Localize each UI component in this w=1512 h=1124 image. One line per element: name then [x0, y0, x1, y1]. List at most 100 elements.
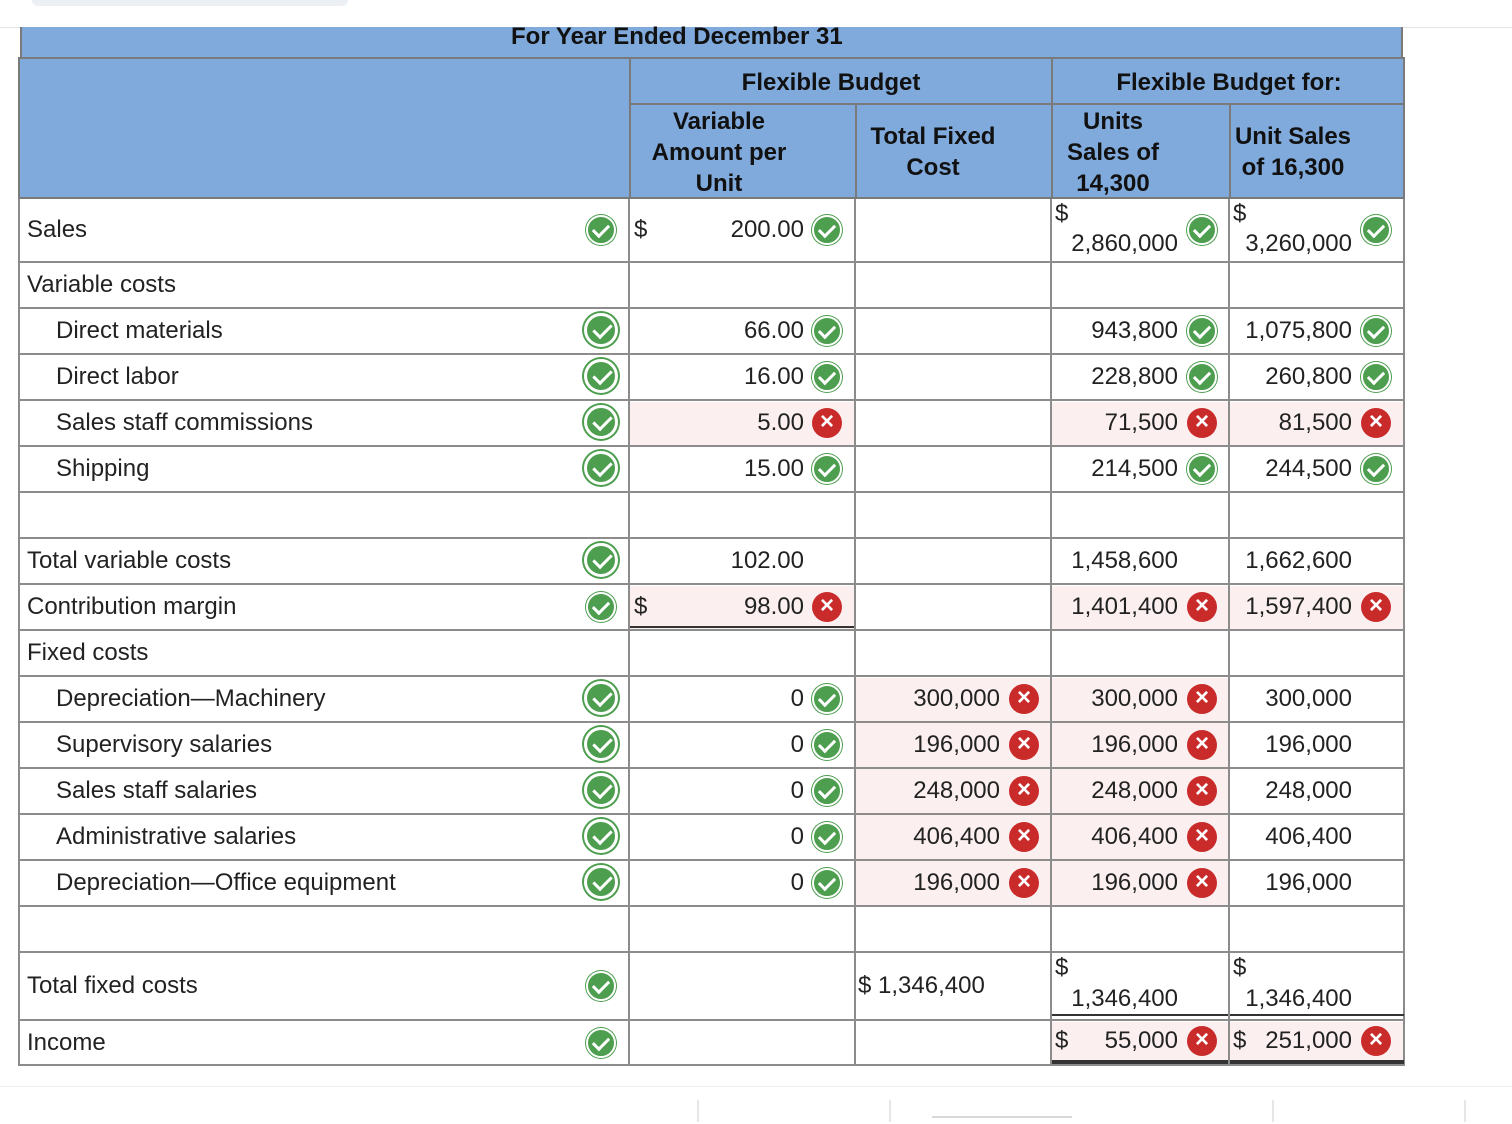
dollar-sign: $	[1055, 954, 1069, 981]
grid-line	[18, 675, 1405, 677]
grid-line	[18, 905, 1405, 907]
row-label-dep-machinery: Depreciation—Machinery	[56, 685, 326, 712]
sales-salaries-flex1-input[interactable]: 248,000	[1060, 777, 1178, 805]
income-flex1-input[interactable]: 55,000	[1060, 1027, 1178, 1055]
supervisory-flex2-value: 196,000	[1265, 731, 1352, 758]
dep-office-flex1-input[interactable]: 196,000	[1060, 869, 1178, 897]
check-circle-icon	[1187, 454, 1217, 484]
grid-line	[18, 951, 1405, 953]
flexible-budget-heading: Flexible Budget	[741, 68, 921, 96]
row-label-admin-salaries: Administrative salaries	[56, 823, 297, 850]
grid-line	[18, 491, 1405, 493]
check-circle-icon	[812, 730, 842, 760]
supervisory-fixed-input[interactable]: 196,000	[862, 731, 1000, 759]
check-circle-icon	[584, 681, 618, 715]
sales-commissions-flex1-input[interactable]: 71,500	[1060, 409, 1178, 437]
admin-salaries-flex1-input[interactable]: 406,400	[1060, 823, 1178, 851]
check-circle-icon	[584, 405, 618, 439]
sales-salaries-fixed-input[interactable]: 248,000	[862, 777, 1000, 805]
sales-flex1-input[interactable]: 2,860,000	[1060, 230, 1178, 258]
total-fixed-fixed-value: $ 1,346,400	[858, 972, 985, 999]
x-circle-icon: ×	[1009, 776, 1039, 806]
direct-materials-flex2-input[interactable]: 1,075,800	[1234, 317, 1352, 345]
grid-line	[854, 199, 856, 1066]
grid-line	[18, 399, 1405, 401]
contribution-variable-input[interactable]: 98.00	[640, 593, 804, 621]
supervisory-variable-input[interactable]: 0	[640, 731, 804, 759]
grid-line	[18, 1019, 1405, 1021]
shipping-variable-input[interactable]: 15.00	[640, 455, 804, 483]
sales-salaries-variable-input[interactable]: 0	[640, 777, 804, 805]
double-underline	[1230, 1060, 1404, 1064]
income-flex2-input[interactable]: 251,000	[1234, 1027, 1352, 1055]
check-circle-icon	[584, 727, 618, 761]
row-label-direct-materials: Direct materials	[56, 317, 223, 344]
grid-line	[18, 353, 1405, 355]
check-circle-icon	[1187, 362, 1217, 392]
check-circle-icon	[812, 215, 842, 245]
total-variable-flex1-value: 1,458,600	[1071, 547, 1178, 574]
grid-line	[18, 859, 1405, 861]
row-label-sales-commissions: Sales staff commissions	[56, 409, 313, 436]
total-fixed-cost-heading: Total Fixed Cost	[870, 123, 996, 181]
dep-machinery-variable-input[interactable]: 0	[640, 685, 804, 713]
dollar-sign: $	[1233, 954, 1247, 981]
row-label-dep-office: Depreciation—Office equipment	[56, 869, 396, 896]
grid-line	[18, 199, 20, 1066]
units-sales-2-heading: Unit Sales of 16,300	[1234, 123, 1352, 181]
sales-variable-input[interactable]: 200.00	[640, 216, 804, 244]
x-circle-icon: ×	[1361, 1026, 1391, 1056]
x-circle-icon: ×	[812, 592, 842, 622]
check-circle-icon	[812, 868, 842, 898]
check-circle-icon	[584, 543, 618, 577]
check-circle-icon	[586, 971, 616, 1001]
supervisory-flex1-input[interactable]: 196,000	[1060, 731, 1178, 759]
contribution-flex1-input[interactable]: 1,401,400	[1060, 593, 1178, 621]
x-circle-icon: ×	[1009, 684, 1039, 714]
admin-salaries-variable-input[interactable]: 0	[640, 823, 804, 851]
check-circle-icon	[584, 773, 618, 807]
direct-labor-flex1-input[interactable]: 228,800	[1060, 363, 1178, 391]
check-circle-icon	[812, 822, 842, 852]
x-circle-icon: ×	[1187, 1026, 1217, 1056]
row-label-variable-costs: Variable costs	[27, 271, 176, 298]
sales-commissions-variable-input[interactable]: 5.00	[640, 409, 804, 437]
x-circle-icon: ×	[1361, 592, 1391, 622]
dep-office-variable-input[interactable]: 0	[640, 869, 804, 897]
direct-materials-flex1-input[interactable]: 943,800	[1060, 317, 1178, 345]
check-circle-icon	[586, 592, 616, 622]
sales-flex2-input[interactable]: 3,260,000	[1234, 230, 1352, 258]
row-label-shipping: Shipping	[56, 455, 150, 482]
x-circle-icon: ×	[1187, 730, 1217, 760]
dep-machinery-fixed-input[interactable]: 300,000	[862, 685, 1000, 713]
shipping-flex2-input[interactable]: 244,500	[1234, 455, 1352, 483]
grid-line	[18, 767, 1405, 769]
dep-office-fixed-input[interactable]: 196,000	[862, 869, 1000, 897]
direct-materials-variable-input[interactable]: 66.00	[640, 317, 804, 345]
admin-salaries-fixed-input[interactable]: 406,400	[862, 823, 1000, 851]
dep-machinery-flex2-value: 300,000	[1265, 685, 1352, 712]
direct-labor-flex2-input[interactable]: 260,800	[1234, 363, 1352, 391]
dep-machinery-flex1-input[interactable]: 300,000	[1060, 685, 1178, 713]
row-label-fixed-costs: Fixed costs	[27, 639, 149, 666]
variable-amount-heading: Variable Amount per Unit	[651, 107, 787, 197]
grid-line	[18, 1064, 1405, 1066]
check-circle-icon	[1187, 316, 1217, 346]
x-circle-icon: ×	[1009, 868, 1039, 898]
total-fixed-flex2-value: 1,346,400	[1245, 985, 1352, 1012]
header-divider	[1229, 103, 1231, 199]
underline	[630, 626, 854, 628]
divider	[889, 1100, 891, 1122]
direct-labor-variable-input[interactable]: 16.00	[640, 363, 804, 391]
grid-line	[628, 199, 630, 1066]
grid-line	[18, 721, 1405, 723]
units-sales-1-heading: Units Sales of 14,300	[1066, 107, 1160, 197]
row-label-income: Income	[27, 1029, 106, 1056]
table-header: Flexible Budget Flexible Budget for: Var…	[18, 57, 1405, 199]
shipping-flex1-input[interactable]: 214,500	[1060, 455, 1178, 483]
grid-line	[18, 261, 1405, 263]
row-label-supervisory: Supervisory salaries	[56, 731, 273, 758]
row-label-total-variable: Total variable costs	[27, 547, 232, 574]
contribution-flex2-input[interactable]: 1,597,400	[1234, 593, 1352, 621]
sales-commissions-flex2-input[interactable]: 81,500	[1234, 409, 1352, 437]
